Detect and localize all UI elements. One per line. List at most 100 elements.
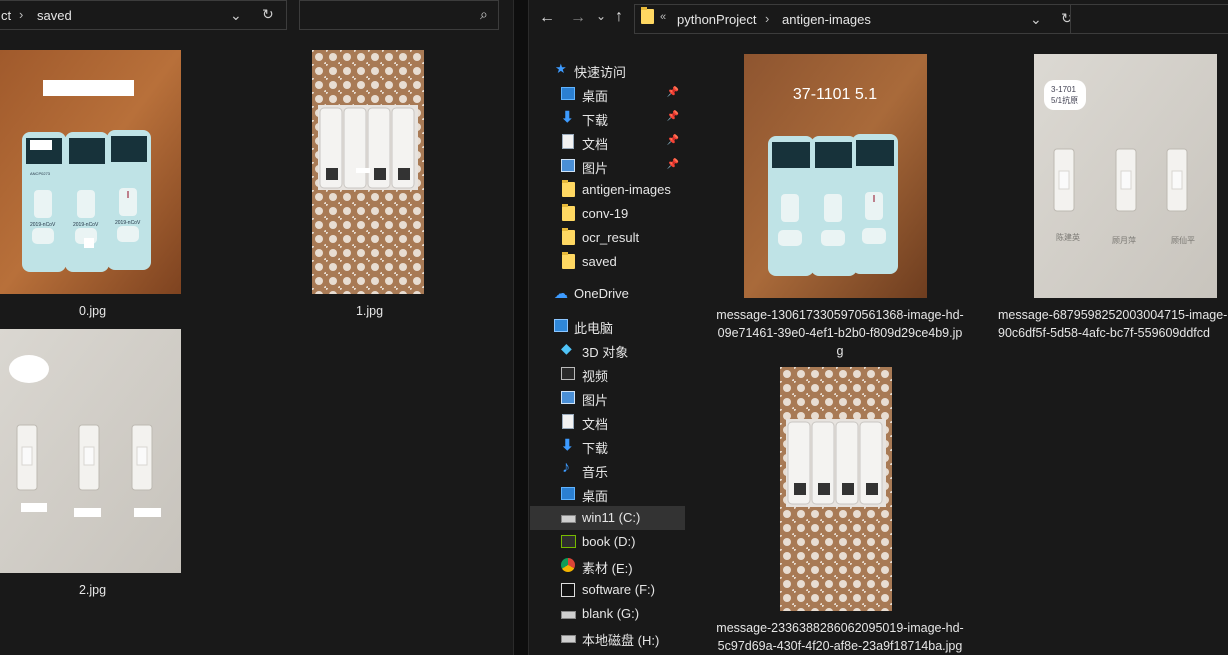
document-icon — [562, 134, 574, 149]
name-label: 陈建英 — [1056, 232, 1080, 242]
sidebar-item-drive-f[interactable]: software (F:) — [530, 578, 685, 602]
jetbrains-drive-icon — [561, 583, 575, 597]
sidebar-item-pictures[interactable]: 图片 📌 — [530, 154, 685, 178]
sidebar-label: 桌面 — [582, 89, 609, 104]
name-label: 顾月萍 — [1112, 235, 1136, 245]
right-search-input[interactable] — [1070, 4, 1228, 34]
pin-icon[interactable]: 📌 — [667, 111, 679, 122]
sidebar-item-downloads-pc[interactable]: ⬇ 下载 — [530, 434, 685, 458]
file-name-message-2336[interactable]: message-2336388286062095019-image-hd- 5c… — [700, 619, 980, 655]
sidebar-label: saved — [582, 254, 617, 269]
recent-dropdown-icon[interactable]: ⌄ — [596, 9, 606, 23]
music-note-icon: ♪ — [562, 459, 570, 476]
sidebar-item-drive-d[interactable]: book (D:) — [530, 530, 685, 554]
quick-access-item[interactable]: ★ 快速访问 — [530, 58, 685, 82]
redaction-box — [43, 80, 134, 96]
sidebar-label: ocr_result — [582, 230, 640, 245]
thumbnail-message-1306[interactable]: 37-1101 5.1 — [744, 54, 927, 298]
sidebar-item-drive-g[interactable]: blank (G:) — [530, 602, 685, 626]
antigen-photo-lace — [780, 367, 892, 611]
file-name-2[interactable]: 2.jpg — [60, 581, 125, 599]
speech-bubble — [9, 355, 49, 383]
sidebar-item-videos[interactable]: 视频 — [530, 362, 685, 386]
thumbnail-0[interactable]: ANCP0273 2019-nCoV 2019-nCoV 2019-nCoV — [0, 50, 181, 294]
sidebar-item-drive-e[interactable]: 素材 (E:) — [530, 554, 685, 578]
sidebar-item-3d-objects[interactable]: ◆ 3D 对象 — [530, 338, 685, 362]
sidebar-item-drive-c[interactable]: win11 (C:) — [530, 506, 685, 530]
sidebar-item-documents-pc[interactable]: 文档 — [530, 410, 685, 434]
drive-icon — [561, 635, 576, 643]
up-arrow-icon[interactable]: ↑ — [615, 8, 623, 26]
sidebar-label: 本地磁盘 (H:) — [582, 633, 660, 648]
pin-icon[interactable]: 📌 — [667, 87, 679, 98]
antigen-photo-2 — [0, 329, 181, 573]
sidebar-item-pictures-pc[interactable]: 图片 — [530, 386, 685, 410]
picture-icon — [561, 159, 575, 172]
right-address-bar[interactable]: « pythonProject › antigen-images ⌄ ↻ — [634, 4, 1086, 34]
sidebar-item-ocr-result[interactable]: ocr_result — [530, 226, 685, 250]
back-arrow-icon[interactable]: ← — [539, 9, 555, 27]
sidebar-label: 图片 — [582, 161, 609, 176]
breadcrumb-pythonproject[interactable]: pythonProject — [677, 12, 757, 27]
sidebar-label: 下载 — [582, 441, 609, 456]
sidebar-label: conv-19 — [582, 206, 629, 221]
pin-icon[interactable]: 📌 — [667, 135, 679, 146]
breadcrumb-partial[interactable]: ct — [1, 8, 11, 23]
sidebar-label: blank (G:) — [582, 606, 640, 621]
sidebar-item-documents[interactable]: 文档 📌 — [530, 130, 685, 154]
breadcrumb-overflow-icon[interactable]: « — [660, 11, 666, 23]
sidebar-item-antigen-images[interactable]: antigen-images — [530, 178, 685, 202]
navigation-pane: ★ 快速访问 桌面 📌 ⬇ 下载 📌 文档 📌 图片 📌 antigen-ima… — [530, 55, 688, 655]
file-name-1[interactable]: 1.jpg — [337, 302, 402, 320]
file-name-message-1306[interactable]: message-1306173305970561368-image-hd- 09… — [700, 306, 980, 360]
sidebar-label: OneDrive — [574, 286, 629, 301]
test-cassette-3 — [107, 130, 151, 270]
thumbnail-2[interactable] — [0, 329, 181, 573]
sidebar-item-conv-19[interactable]: conv-19 — [530, 202, 685, 226]
breadcrumb-chevron-icon: › — [765, 11, 770, 26]
picture-icon — [561, 391, 575, 404]
file-name-message-6879[interactable]: message-6879598252003004715-image- 90c6d… — [998, 306, 1228, 342]
thumbnail-message-6879[interactable]: 3-1701 5/1抗原 陈建英 顾月萍 顾仙平 — [1034, 54, 1217, 298]
left-search-input[interactable]: ⌕ — [299, 0, 499, 30]
sidebar-item-onedrive[interactable]: ☁ OneDrive — [530, 282, 685, 306]
file-name-line: g — [836, 344, 844, 358]
chevron-down-icon[interactable]: ⌄ — [230, 7, 242, 24]
sidebar-label: 视频 — [582, 369, 609, 384]
forward-arrow-icon[interactable]: → — [570, 9, 586, 27]
quick-access-label: 快速访问 — [574, 65, 627, 80]
star-icon: ★ — [555, 61, 567, 76]
sidebar-item-this-pc[interactable]: 此电脑 — [530, 314, 685, 338]
chevron-down-icon[interactable]: ⌄ — [1030, 11, 1042, 28]
folder-icon — [562, 180, 575, 197]
pin-icon[interactable]: 📌 — [667, 159, 679, 170]
sidebar-label: 3D 对象 — [582, 345, 629, 360]
model-text: 2019-nCoV — [30, 222, 56, 228]
desktop-icon — [561, 487, 575, 500]
thumbnail-message-2336[interactable] — [780, 367, 892, 611]
cloud-icon: ☁ — [554, 285, 568, 301]
refresh-icon[interactable]: ↻ — [262, 6, 274, 23]
sidebar-item-desktop[interactable]: 桌面 📌 — [530, 82, 685, 106]
test-cassette-2 — [65, 132, 109, 272]
sidebar-label: 桌面 — [582, 489, 609, 504]
sidebar-item-drive-h[interactable]: 本地磁盘 (H:) — [530, 626, 685, 650]
cube-icon: ◆ — [561, 340, 572, 356]
sidebar-item-desktop-pc[interactable]: 桌面 — [530, 482, 685, 506]
breadcrumb-antigen-images[interactable]: antigen-images — [782, 12, 871, 27]
model-text: 2019-nCoV — [115, 220, 141, 226]
thumbnail-1[interactable] — [312, 50, 424, 294]
sidebar-item-downloads[interactable]: ⬇ 下载 📌 — [530, 106, 685, 130]
breadcrumb-saved[interactable]: saved — [37, 8, 72, 23]
sidebar-item-music[interactable]: ♪ 音乐 — [530, 458, 685, 482]
search-icon: ⌕ — [480, 6, 488, 22]
sidebar-label: 音乐 — [582, 465, 609, 480]
file-name-line: message-1306173305970561368-image-hd- — [716, 308, 964, 322]
sidebar-item-saved[interactable]: saved — [530, 250, 685, 274]
left-address-bar[interactable]: ct › saved ⌄ ↻ — [0, 0, 287, 30]
antigen-photo-wood: 37-1101 5.1 — [744, 54, 927, 298]
folder-icon — [562, 228, 575, 245]
folder-icon — [641, 7, 654, 24]
file-name-0[interactable]: 0.jpg — [60, 302, 125, 320]
sidebar-label: 此电脑 — [574, 321, 614, 336]
